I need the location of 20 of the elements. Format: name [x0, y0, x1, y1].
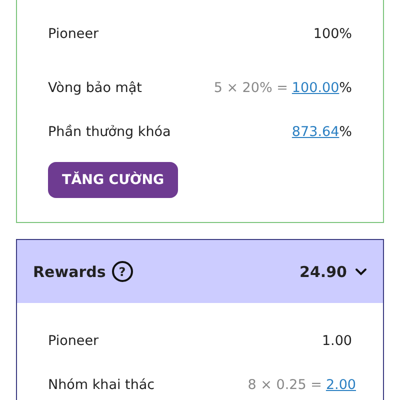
formula-text: 8 × 0.25 =: [248, 377, 322, 393]
row-label: Nhóm khai thác: [48, 377, 155, 393]
value-link[interactable]: 873.64: [292, 124, 340, 140]
row-label: Vòng bảo mật: [48, 80, 142, 96]
row-label: Pioneer: [48, 26, 99, 42]
row-value: 100%: [313, 26, 352, 42]
rewards-title: Rewards: [33, 262, 106, 280]
percent-sign: %: [339, 80, 352, 96]
row-label: Phần thưởng khóa: [48, 124, 171, 140]
row-label: Pioneer: [48, 333, 99, 349]
percent-sign: %: [339, 124, 352, 140]
formula-text: 5 × 20% =: [214, 80, 288, 96]
rewards-header[interactable]: Rewards ? 24.90: [17, 240, 383, 303]
row-value: 1.00: [322, 333, 352, 349]
rewards-total: 24.90: [300, 262, 347, 280]
chevron-icon[interactable]: [355, 268, 367, 276]
value-link[interactable]: 2.00: [326, 377, 356, 393]
value-link[interactable]: 100.00: [292, 80, 340, 96]
help-icon[interactable]: ?: [112, 261, 133, 282]
boost-button[interactable]: TĂNG CƯỜNG: [48, 162, 178, 198]
